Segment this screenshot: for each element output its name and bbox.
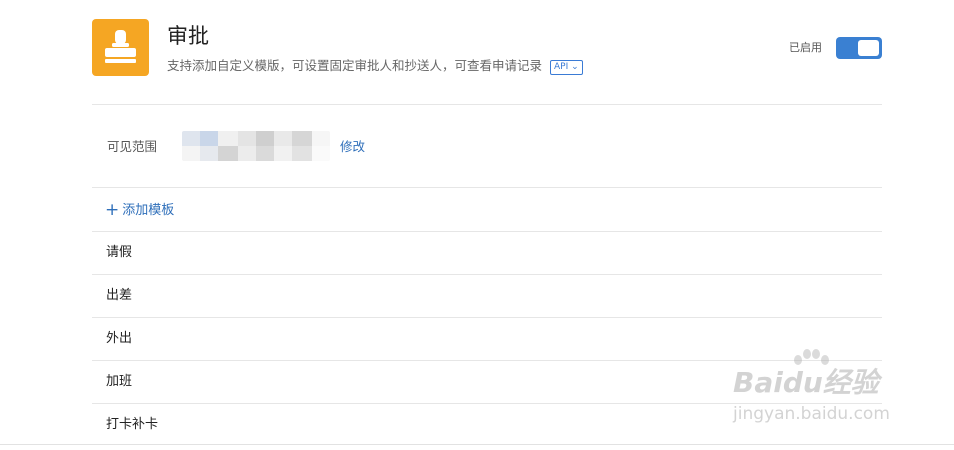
add-template-label: 添加模板 [122, 203, 175, 218]
scope-value-blurred [182, 131, 330, 161]
baidu-watermark: Baidu经验 jingyan.baidu.com [731, 348, 911, 428]
app-description-text: 支持添加自定义模版，可设置固定审批人和抄送人，可查看申请记录 [167, 58, 543, 73]
divider [92, 317, 882, 318]
add-template-button[interactable]: + 添加模板 [105, 201, 174, 220]
template-item-going-out[interactable]: 外出 [106, 330, 132, 348]
divider [92, 274, 882, 275]
template-item-clock-correction[interactable]: 打卡补卡 [106, 416, 158, 434]
divider [92, 187, 882, 188]
app-description: 支持添加自定义模版，可设置固定审批人和抄送人，可查看申请记录 API ⌄ [167, 57, 583, 75]
divider [92, 231, 882, 232]
app-title: 审批 [167, 24, 209, 48]
stamp-icon [105, 30, 136, 63]
enable-toggle[interactable] [836, 37, 882, 59]
modify-scope-link[interactable]: 修改 [340, 138, 365, 156]
toggle-knob [858, 40, 879, 56]
watermark-logo: Baidu经验 [733, 366, 879, 399]
scope-label: 可见范围 [107, 139, 158, 154]
template-item-business-trip[interactable]: 出差 [106, 287, 132, 305]
plus-icon: + [105, 200, 120, 220]
watermark-url: jingyan.baidu.com [733, 404, 890, 424]
api-dropdown-badge[interactable]: API ⌄ [550, 60, 583, 75]
divider [92, 104, 882, 105]
template-item-overtime[interactable]: 加班 [106, 373, 132, 391]
page-bottom-border [0, 444, 954, 445]
status-label: 已启用 [789, 41, 822, 54]
approval-app-icon [92, 19, 149, 76]
template-item-leave[interactable]: 请假 [106, 244, 132, 262]
